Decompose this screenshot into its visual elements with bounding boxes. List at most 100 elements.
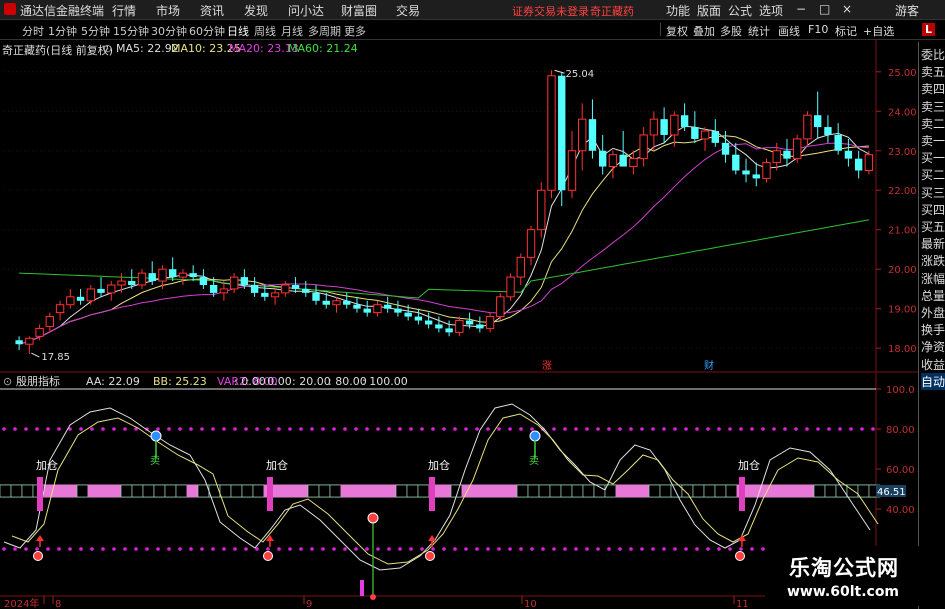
add-position-bar: [267, 477, 273, 511]
level-dot: [189, 547, 193, 551]
level-dot: [596, 547, 600, 551]
date-label: 10: [524, 599, 537, 609]
band-cell: [769, 484, 782, 498]
side-panel-item[interactable]: 总量: [921, 287, 945, 304]
level-dot: [288, 547, 292, 551]
level-dot: [134, 547, 138, 551]
side-panel-item[interactable]: 买五: [921, 218, 945, 235]
candle-body: [15, 340, 23, 345]
candle-body: [384, 304, 392, 309]
band-cell: [439, 484, 452, 498]
side-panel-item[interactable]: 净资: [921, 338, 945, 355]
buy-ball-icon: [33, 551, 43, 561]
side-panel-item[interactable]: 卖三: [921, 98, 945, 115]
candle-body: [844, 150, 853, 159]
band-cell: [802, 484, 815, 498]
level-dot: [541, 547, 545, 551]
level-dot: [442, 547, 446, 551]
candle-body: [229, 276, 239, 290]
band-cell: [417, 484, 430, 498]
side-panel-item[interactable]: 买四: [921, 201, 945, 218]
side-panel-item[interactable]: 卖一: [921, 132, 945, 149]
candle-body: [199, 277, 208, 285]
level-dot: [783, 427, 787, 431]
side-panel-item[interactable]: 最新: [921, 235, 945, 252]
candle-body: [322, 300, 330, 305]
band-cell: [560, 484, 573, 498]
candle-body: [732, 154, 740, 171]
level-dot: [750, 427, 754, 431]
side-panel-item[interactable]: 卖四: [921, 80, 945, 97]
level-dot: [409, 427, 413, 431]
buy-ball-icon: [425, 551, 435, 561]
side-panel-item[interactable]: 外盘: [921, 304, 945, 321]
band-cell: [857, 484, 870, 498]
band-cell: [703, 484, 716, 498]
level-dot: [222, 427, 226, 431]
price-tick-label: 22.00: [888, 186, 917, 197]
side-panel-item[interactable]: 涨跌: [921, 252, 945, 269]
side-panel-item[interactable]: 换手: [921, 321, 945, 338]
side-panel-item[interactable]: 涨幅: [921, 270, 945, 287]
candle-body: [660, 119, 668, 135]
sell-label: 卖: [529, 455, 539, 467]
level-dot: [684, 427, 688, 431]
candle-body: [547, 75, 556, 191]
band-cell: [384, 484, 397, 498]
limit-up-marker: 涨: [542, 360, 552, 372]
band-cell: [351, 484, 364, 498]
level-dot: [299, 547, 303, 551]
band-cell: [142, 484, 155, 498]
level-dot: [178, 547, 182, 551]
level-dot: [629, 427, 633, 431]
signal-red-ball-icon: [367, 512, 379, 524]
level-dot: [431, 427, 435, 431]
kline-chart[interactable]: 25.00 24.00 23.00 22.00 21.00 20.00 19.00 18.00…: [0, 0, 945, 609]
side-panel-item[interactable]: 买二: [921, 166, 945, 183]
side-panel-item[interactable]: 委比: [921, 46, 945, 63]
side-panel-item[interactable]: 收益: [921, 356, 945, 373]
candle-body: [455, 320, 464, 333]
level-dot: [420, 427, 424, 431]
level-dot: [772, 427, 776, 431]
level-dot: [2, 427, 6, 431]
level-dot: [563, 427, 567, 431]
band-cell: [98, 484, 111, 498]
high-price-label: 25.04: [566, 69, 595, 80]
level-dot: [728, 547, 732, 551]
level-dot: [563, 547, 567, 551]
candle-body: [270, 292, 280, 298]
indicator-level-value: : 80.00: [328, 375, 367, 388]
level-dot: [464, 547, 468, 551]
band-cell: [780, 484, 793, 498]
band-cell: [791, 484, 804, 498]
side-panel-item[interactable]: 买三: [921, 184, 945, 201]
level-dot: [552, 547, 556, 551]
level-dot: [871, 427, 875, 431]
indicator-level-value: : 20.00: [292, 375, 331, 388]
side-panel-item[interactable]: 买一: [921, 149, 945, 166]
side-panel-item[interactable]: 卖五: [921, 63, 945, 80]
add-position-bar: [37, 477, 43, 511]
side-panel-item[interactable]: 自动: [921, 372, 945, 390]
candle-body: [824, 127, 832, 135]
band-cell: [659, 484, 672, 498]
candle-body: [45, 316, 55, 327]
candle-body: [343, 300, 351, 305]
candle-body: [752, 174, 760, 179]
level-dot: [816, 427, 820, 431]
candle-body: [97, 288, 105, 293]
candle-body: [373, 304, 382, 314]
level-dot: [651, 427, 655, 431]
level-dot: [651, 547, 655, 551]
date-label: 2024年: [4, 597, 39, 609]
indicator-bb-value: BB: 25.23: [153, 375, 207, 388]
candle-body: [76, 296, 85, 301]
level-dot: [497, 427, 501, 431]
side-panel-item[interactable]: 卖二: [921, 115, 945, 132]
add-position-bar: [739, 477, 745, 511]
buy-arrow-icon: [36, 535, 44, 541]
band-cell: [395, 484, 408, 498]
candle-body: [353, 304, 361, 309]
date-label: 9: [306, 599, 312, 609]
